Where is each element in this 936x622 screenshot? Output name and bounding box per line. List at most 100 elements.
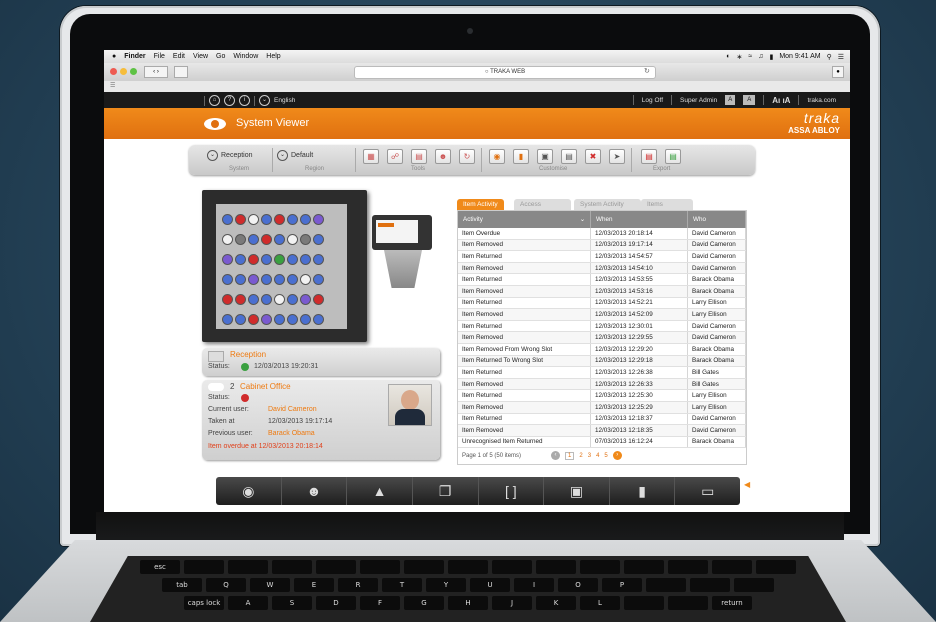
key-slot-icon[interactable] [313, 294, 324, 305]
volume-icon[interactable]: ♫ [758, 53, 763, 60]
language-chevron-icon[interactable]: ⌄ [259, 95, 270, 106]
menu-file[interactable]: File [154, 53, 165, 60]
back-forward-buttons[interactable]: ‹ › [144, 66, 168, 78]
key-slot-icon[interactable] [222, 274, 233, 285]
sidebar-icon[interactable] [174, 66, 188, 78]
table-row[interactable]: Item Returned 12/03/2013 12:18:37 David Ca… [458, 413, 746, 426]
tab-item-activity[interactable]: Item Activity [457, 199, 504, 210]
key-slot-icon[interactable] [248, 314, 259, 325]
key-slot-icon[interactable] [287, 214, 298, 225]
key-slot-icon[interactable] [313, 274, 324, 285]
key-slot-icon[interactable] [300, 294, 311, 305]
menu-view[interactable]: View [193, 53, 208, 60]
apple-icon[interactable]: ● [112, 53, 116, 60]
info-icon[interactable]: i [239, 95, 250, 106]
table-row[interactable]: Item Overdue 12/03/2013 20:18:14 David Cam… [458, 228, 746, 240]
table-row[interactable]: Item Returned 12/03/2013 14:53:55 Barack O… [458, 273, 746, 286]
key-slot-icon[interactable] [274, 254, 285, 265]
tool-reports-icon[interactable]: ▤ [411, 149, 427, 164]
dock-users[interactable]: ☻ [282, 477, 348, 505]
downloads-icon[interactable]: ● [832, 66, 844, 78]
menu-finder[interactable]: Finder [124, 53, 145, 60]
table-row[interactable]: Item Removed 12/03/2013 12:18:35 David Cam… [458, 424, 746, 437]
current-user-value[interactable]: David Cameron [268, 406, 317, 413]
text-size-small-button[interactable]: A [725, 95, 736, 105]
page-5[interactable]: 5 [604, 453, 607, 459]
search-icon[interactable]: ⚲ [827, 53, 832, 61]
tool-users-icon[interactable]: ☻ [435, 149, 451, 164]
column-when[interactable]: When [590, 211, 688, 228]
system-select[interactable]: ⌄ Reception [207, 150, 253, 161]
key-slot-icon[interactable] [313, 214, 324, 225]
key-slot-icon[interactable] [248, 214, 259, 225]
page-4[interactable]: 4 [596, 453, 599, 459]
table-row[interactable]: Item Removed 12/03/2013 12:26:33 Bill Gate… [458, 378, 746, 391]
key-slot-icon[interactable] [261, 254, 272, 265]
key-slot-icon[interactable] [313, 314, 324, 325]
page-2[interactable]: 2 [579, 453, 582, 459]
key-slot-icon[interactable] [222, 254, 233, 265]
tab-access[interactable]: Access [514, 199, 571, 210]
column-activity[interactable]: Activity ⌄ [458, 211, 591, 228]
list-icon[interactable]: ☰ [838, 53, 844, 61]
save-layout-icon[interactable]: ▣ [537, 149, 553, 164]
page-1[interactable]: 1 [565, 451, 575, 460]
key-slot-icon[interactable] [235, 314, 246, 325]
menu-window[interactable]: Window [233, 53, 258, 60]
wifi-icon[interactable]: ≈ [748, 53, 752, 60]
key-slot-icon[interactable] [287, 274, 298, 285]
table-row[interactable]: Item Returned To Wrong Slot 12/03/2013 12… [458, 355, 746, 368]
maximize-window-button[interactable] [130, 68, 137, 75]
export-excel-icon[interactable]: ▤ [665, 149, 681, 164]
key-slot-icon[interactable] [235, 234, 246, 245]
clock[interactable]: Mon 9:41 AM [779, 53, 820, 60]
key-slot-icon[interactable] [261, 214, 272, 225]
key-slot-icon[interactable] [287, 254, 298, 265]
table-row[interactable]: Item Returned 12/03/2013 12:26:38 Bill Gat… [458, 366, 746, 379]
traka-site-link[interactable]: traka.com [807, 97, 836, 104]
font-size-toggle[interactable]: Aı ıA [772, 96, 790, 105]
tool-keys-icon[interactable]: ☍ [387, 149, 403, 164]
table-row[interactable]: Item Removed 12/03/2013 14:54:10 David Cam… [458, 262, 746, 275]
key-slot-icon[interactable] [248, 234, 259, 245]
bookmarks-icon[interactable]: ☰ [110, 82, 115, 89]
key-slot-icon[interactable] [300, 214, 311, 225]
table-row[interactable]: Item Returned 12/03/2013 12:25:30 Larry El… [458, 389, 746, 402]
table-row[interactable]: Item Removed 12/03/2013 19:17:14 David Cam… [458, 239, 746, 252]
menu-edit[interactable]: Edit [173, 53, 185, 60]
pointer-icon[interactable]: ➤ [609, 149, 625, 164]
minimize-window-button[interactable] [120, 68, 127, 75]
key-slot-icon[interactable] [300, 254, 311, 265]
key-slot-icon[interactable] [222, 214, 233, 225]
dock-camera[interactable]: ▣ [544, 477, 610, 505]
reload-icon[interactable]: ↻ [644, 67, 650, 75]
key-slot-icon[interactable] [313, 254, 324, 265]
region-select[interactable]: ⌄ Default [277, 150, 313, 161]
log-off-link[interactable]: Log Off [642, 97, 663, 104]
table-row[interactable]: Item Removed From Wrong Slot 12/03/2013 1… [458, 343, 746, 356]
key-slot-icon[interactable] [235, 274, 246, 285]
dock-system-viewer[interactable]: ◉ [216, 477, 282, 505]
key-slot-icon[interactable] [235, 214, 246, 225]
battery-icon[interactable]: ▮ [769, 53, 773, 61]
bluetooth-icon[interactable]: ∗ [737, 53, 743, 61]
key-cabinet[interactable] [202, 190, 367, 342]
table-row[interactable]: Item Removed 12/03/2013 12:25:29 Larry Ell… [458, 401, 746, 414]
reception-card[interactable]: Reception Status: 12/03/2013 19:20:31 [202, 348, 440, 376]
key-slot-icon[interactable] [222, 234, 233, 245]
dock-display[interactable]: ▭ [675, 477, 740, 505]
table-row[interactable]: Item Returned 12/03/2013 12:30:01 David Ca… [458, 320, 746, 333]
kiosk-terminal[interactable] [372, 215, 432, 250]
key-slot-icon[interactable] [274, 314, 285, 325]
key-slot-icon[interactable] [300, 234, 311, 245]
dock-brackets[interactable]: [ ] [479, 477, 545, 505]
tool-cabinet-icon[interactable]: ▦ [363, 149, 379, 164]
key-slot-icon[interactable] [248, 294, 259, 305]
dock-copy[interactable]: ❐ [413, 477, 479, 505]
menu-help[interactable]: Help [266, 53, 280, 60]
key-slot-icon[interactable] [222, 314, 233, 325]
home-icon[interactable]: ⌂ [209, 95, 220, 106]
view-columns-icon[interactable]: ▮ [513, 149, 529, 164]
help-icon[interactable]: ? [224, 95, 235, 106]
key-slot-icon[interactable] [222, 294, 233, 305]
